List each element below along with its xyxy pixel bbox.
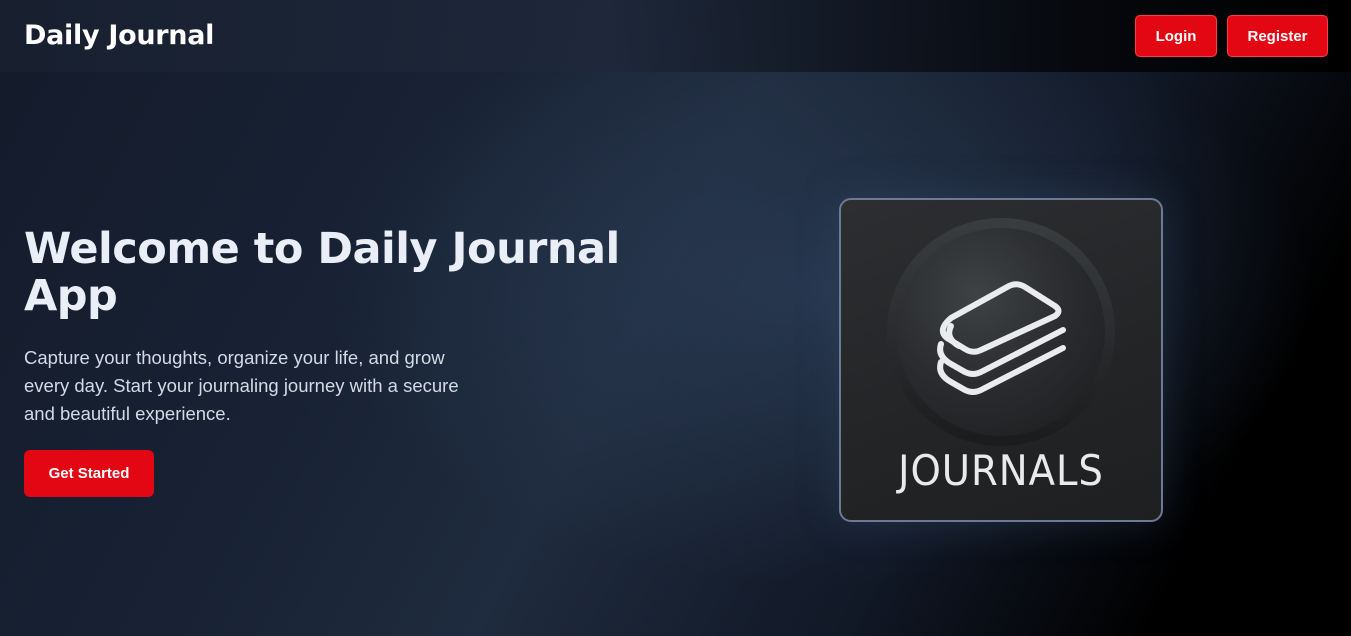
hero-title: Welcome to Daily Journal App	[24, 224, 620, 321]
logo-wordmark: JOURNALS	[898, 446, 1104, 495]
get-started-button[interactable]: Get Started	[24, 450, 154, 497]
navbar: Daily Journal Login Register	[0, 0, 1351, 72]
hero-description: Capture your thoughts, organize your lif…	[24, 347, 459, 424]
brand-title[interactable]: Daily Journal	[24, 20, 214, 51]
journals-logo-image: JOURNALS	[839, 198, 1163, 522]
register-button[interactable]: Register	[1227, 15, 1328, 57]
login-button[interactable]: Login	[1135, 15, 1217, 57]
